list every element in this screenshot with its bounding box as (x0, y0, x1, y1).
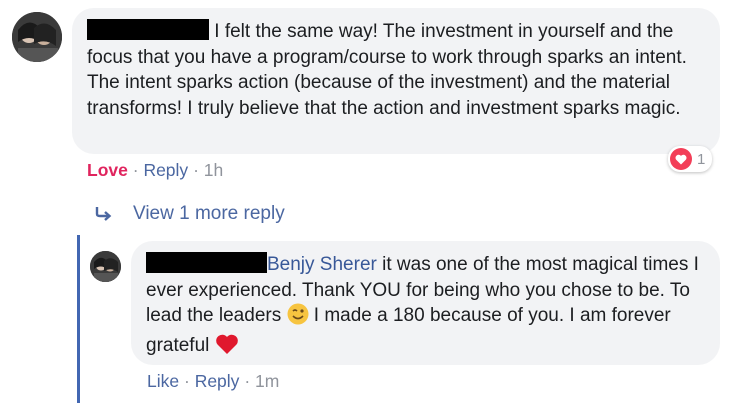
replier-avatar[interactable] (90, 251, 121, 282)
reply-bubble: Benjy Sherer it was one of the most magi… (131, 241, 720, 365)
red-heart-emoji-icon (215, 333, 239, 363)
reply-text: Benjy Sherer it was one of the most magi… (146, 252, 711, 362)
reply-link[interactable]: Reply (195, 371, 240, 391)
reaction-count-pill[interactable]: 1 (668, 146, 713, 172)
separator: · (132, 160, 139, 180)
reaction-count: 1 (697, 150, 706, 168)
like-link[interactable]: Like (147, 371, 179, 391)
timestamp[interactable]: 1m (255, 371, 279, 391)
reply-thread-line (77, 235, 80, 403)
commenter-avatar[interactable] (12, 12, 62, 62)
love-reaction-link[interactable]: Love (87, 160, 128, 180)
comment-text: I felt the same way! The investment in y… (87, 19, 712, 121)
view-more-label[interactable]: View 1 more reply (133, 203, 285, 225)
reply-arrow-icon (94, 205, 114, 223)
separator: · (244, 371, 251, 391)
comment-bubble: I felt the same way! The investment in y… (72, 8, 720, 154)
redacted-name (87, 19, 209, 40)
separator: · (183, 371, 190, 391)
heart-reaction-icon (670, 148, 692, 170)
reply-link[interactable]: Reply (143, 160, 188, 180)
redacted-name (146, 252, 267, 273)
timestamp[interactable]: 1h (204, 160, 223, 180)
mention-link[interactable]: Benjy Sherer (267, 254, 377, 275)
comment-actions: Love · Reply · 1h (87, 160, 223, 181)
wink-emoji-icon (287, 303, 309, 333)
reply-actions: Like · Reply · 1m (147, 371, 279, 392)
view-more-replies[interactable]: View 1 more reply (94, 203, 285, 225)
separator: · (193, 160, 199, 180)
